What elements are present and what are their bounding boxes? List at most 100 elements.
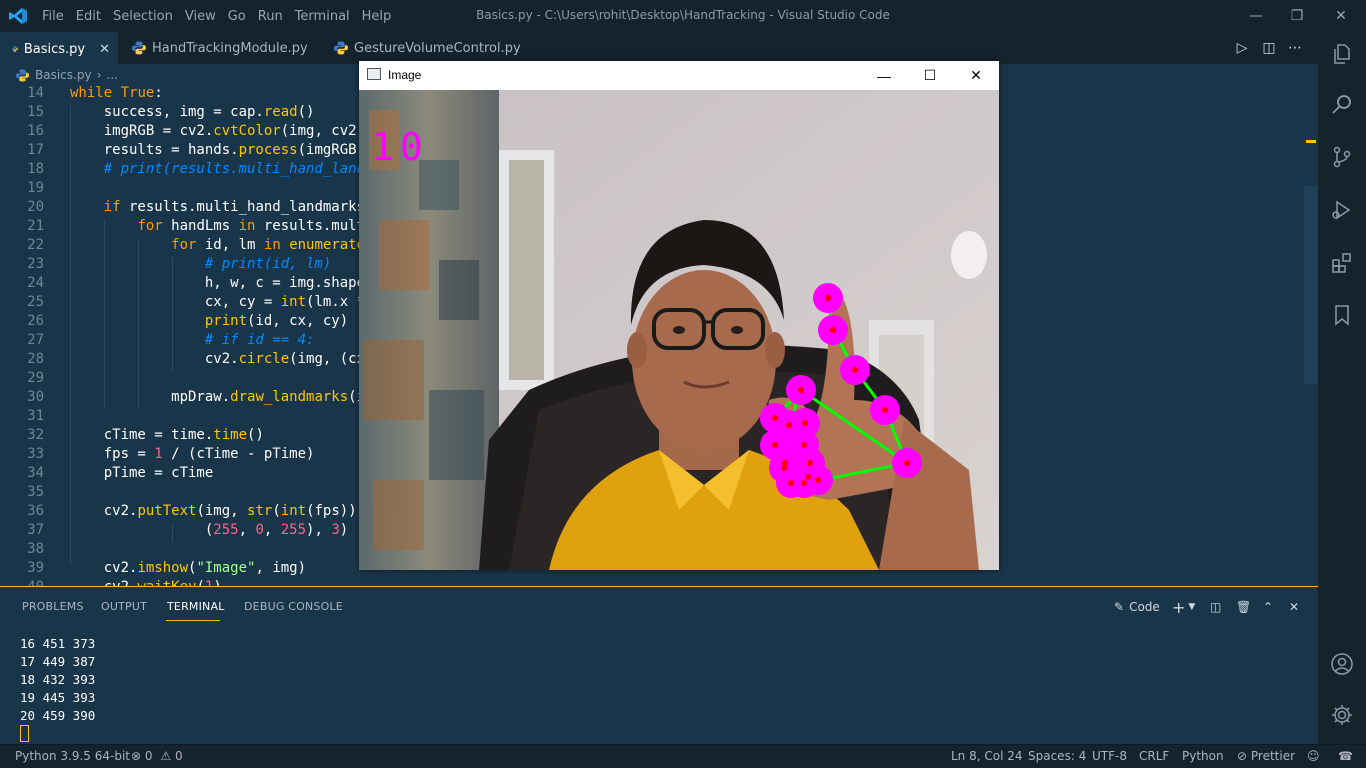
maximize-panel-icon[interactable]: ⌃ (1263, 597, 1273, 617)
menu-bar: File Edit Selection View Go Run Terminal… (42, 0, 403, 32)
line-number: 17 (27, 142, 44, 158)
line-number: 23 (27, 256, 44, 272)
line-number: 39 (27, 560, 44, 576)
webcam-frame: 10 (359, 90, 999, 570)
menu-run[interactable]: Run (258, 9, 293, 24)
new-terminal-button[interactable]: + ▼ (1172, 597, 1195, 617)
image-close-button[interactable]: ✕ (953, 61, 999, 90)
python-interpreter[interactable]: Python 3.9.5 64-bit (15, 749, 130, 763)
line-number: 38 (27, 541, 44, 557)
prettier-label: Prettier (1250, 749, 1296, 763)
python-file-icon (334, 41, 348, 55)
line-number: 22 (27, 237, 44, 253)
editor-scrollbar[interactable] (1304, 186, 1318, 384)
image-window-titlebar[interactable]: Image — ☐ ✕ (359, 61, 999, 90)
python-file-icon (16, 68, 29, 82)
minimize-button[interactable]: — (1233, 0, 1279, 32)
window-app-icon (367, 68, 381, 80)
close-tab-icon[interactable]: ✕ (99, 42, 110, 57)
settings-gear-icon[interactable] (1330, 703, 1354, 727)
account-icon[interactable] (1330, 652, 1354, 676)
tab-handtrackingmodule[interactable]: HandTrackingModule.py (120, 32, 325, 64)
line-number: 33 (27, 446, 44, 462)
tab-debug-console[interactable]: DEBUG CONSOLE (244, 600, 343, 613)
image-window-title: Image (388, 68, 422, 82)
problems-summary[interactable]: ⊗ 0 ⚠ 0 (131, 749, 183, 763)
bottom-panel: PROBLEMS OUTPUT TERMINAL DEBUG CONSOLE ✎… (0, 586, 1318, 744)
error-count: 0 (144, 749, 153, 763)
tab-gesturevolumecontrol[interactable]: GestureVolumeControl.py (322, 32, 552, 64)
prettier-status[interactable]: ⊘ Prettier (1237, 749, 1295, 763)
menu-selection[interactable]: Selection (113, 9, 183, 24)
line-number: 40 (0, 578, 44, 586)
search-icon[interactable] (1330, 92, 1354, 116)
terminal-cursor (20, 725, 29, 742)
line-ending[interactable]: CRLF (1139, 749, 1169, 763)
image-window[interactable]: Image — ☐ ✕ 10 (359, 61, 999, 570)
line-number: 35 (27, 484, 44, 500)
tab-output[interactable]: OUTPUT (101, 600, 147, 613)
bell-icon[interactable]: ☎ (1338, 749, 1353, 763)
terminal-line: 17 449 387 (20, 654, 96, 669)
menu-file[interactable]: File (42, 9, 74, 24)
close-panel-icon[interactable]: ✕ (1289, 597, 1299, 617)
indentation[interactable]: Spaces: 4 (1028, 749, 1086, 763)
vscode-window: File Edit Selection View Go Run Terminal… (0, 0, 1366, 768)
line-number: 28 (27, 351, 44, 367)
python-file-icon (132, 41, 146, 55)
line-number: 25 (27, 294, 44, 310)
feedback-icon[interactable]: ☺ (1307, 749, 1320, 763)
source-control-icon[interactable] (1330, 145, 1354, 169)
line-number: 20 (27, 199, 44, 215)
tab-basics[interactable]: Basics.py ✕ (0, 32, 118, 64)
window-title: Basics.py - C:\Users\rohit\Desktop\HandT… (476, 8, 890, 22)
terminal-output[interactable]: 16 451 373 17 449 387 18 432 393 19 445 … (20, 635, 95, 725)
bookmark-icon[interactable] (1330, 303, 1354, 327)
more-icon[interactable]: ⋯ (1282, 32, 1308, 64)
run-debug-icon[interactable] (1330, 198, 1354, 222)
terminal-line: 16 451 373 (20, 636, 96, 651)
split-terminal-icon[interactable]: ◫ (1210, 597, 1221, 617)
tab-label: GestureVolumeControl.py (354, 40, 521, 56)
tab-terminal[interactable]: TERMINAL (167, 600, 225, 613)
line-number: 31 (27, 408, 44, 424)
vscode-logo-icon (9, 8, 27, 24)
explorer-icon[interactable] (1330, 42, 1354, 66)
terminal-shell-select[interactable]: ✎ Code (1114, 597, 1160, 617)
menu-help[interactable]: Help (362, 9, 402, 24)
breadcrumb-symbol[interactable]: ... (106, 68, 117, 82)
python-file-icon (12, 46, 18, 52)
line-number: 29 (27, 370, 44, 386)
editor-tab-bar: Basics.py ✕ HandTrackingModule.py Gestur… (0, 32, 1318, 64)
fps-overlay: 10 (371, 125, 429, 169)
line-number: 26 (27, 313, 44, 329)
terminal-icon: ✎ (1114, 600, 1125, 614)
trash-icon[interactable]: 🗑 (1236, 597, 1251, 617)
webcam-image: 10 (359, 90, 999, 570)
close-window-button[interactable]: ✕ (1318, 0, 1364, 32)
run-icon[interactable]: ▷ (1229, 32, 1255, 64)
tab-problems[interactable]: PROBLEMS (22, 600, 84, 613)
image-maximize-button[interactable]: ☐ (907, 61, 953, 90)
line-number: 37 (27, 522, 44, 538)
encoding[interactable]: UTF-8 (1092, 749, 1127, 763)
language-mode[interactable]: Python (1182, 749, 1224, 763)
tab-label: Basics.py (23, 41, 86, 57)
line-number: 21 (27, 218, 44, 234)
chevron-right-icon: › (96, 68, 102, 82)
cursor-position[interactable]: Ln 8, Col 24 (951, 749, 1023, 763)
menu-terminal[interactable]: Terminal (295, 9, 360, 24)
line-number: 19 (27, 180, 44, 196)
split-editor-icon[interactable]: ◫ (1256, 32, 1282, 64)
extensions-icon[interactable] (1330, 251, 1354, 275)
menu-go[interactable]: Go (228, 9, 256, 24)
image-minimize-button[interactable]: — (861, 61, 907, 90)
activity-bar (1318, 32, 1366, 744)
prettier-icon: ⊘ (1237, 749, 1248, 763)
warning-count: 0 (174, 749, 183, 763)
restore-button[interactable]: ❐ (1274, 0, 1320, 32)
menu-view[interactable]: View (185, 9, 226, 24)
breadcrumb-file[interactable]: Basics.py (35, 68, 92, 82)
shell-label: Code (1129, 600, 1160, 614)
menu-edit[interactable]: Edit (76, 9, 111, 24)
